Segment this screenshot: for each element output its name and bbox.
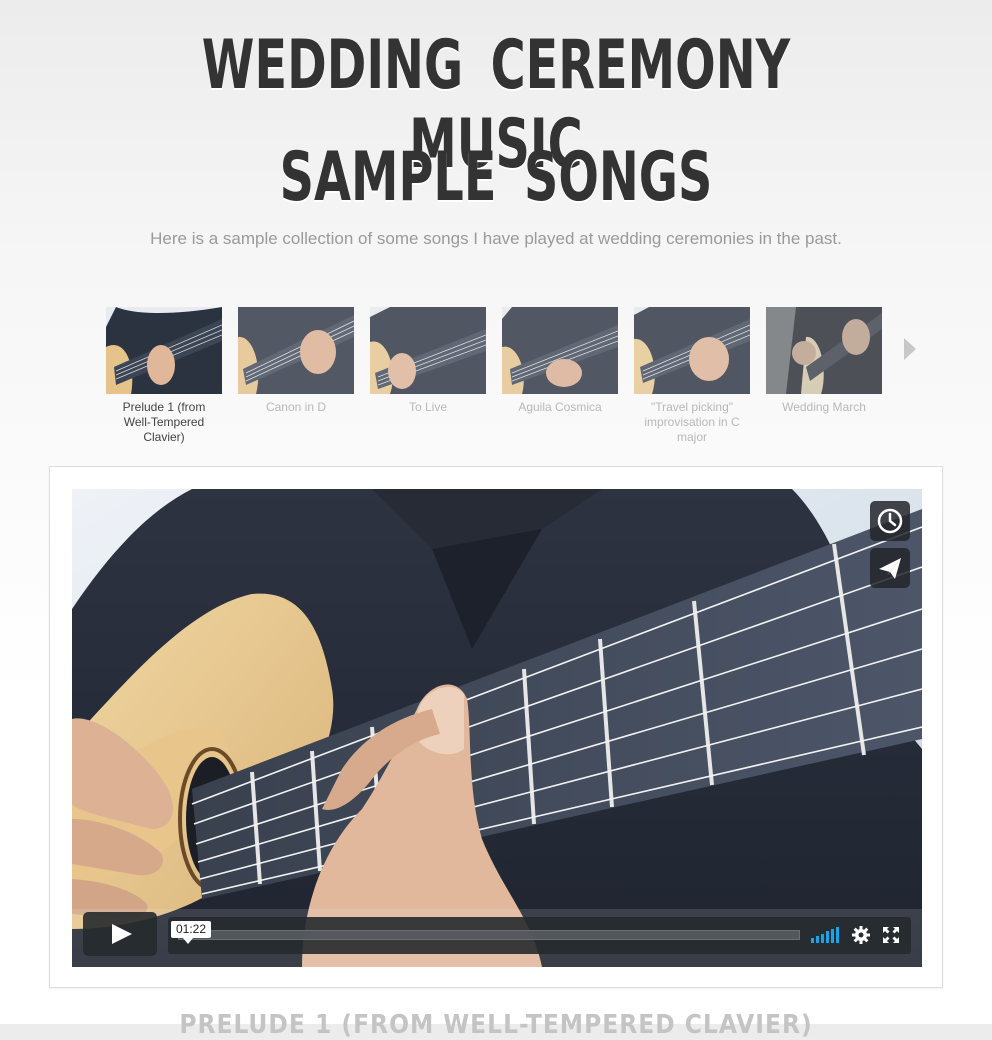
playlist-item-label: Aguila Cosmica	[518, 400, 602, 414]
fullscreen-icon[interactable]	[883, 927, 899, 943]
volume-icon[interactable]	[811, 927, 839, 943]
video-thumbnail[interactable]	[370, 307, 486, 394]
gear-icon[interactable]	[852, 926, 870, 944]
playlist-item-label: Wedding March	[782, 400, 866, 414]
playlist-strip: Prelude 1 (from Well-Tempered Clavier) C…	[0, 307, 992, 457]
playlist-item-label: To Live	[408, 400, 448, 414]
play-button[interactable]	[83, 912, 157, 956]
video-player[interactable]: 01:22	[72, 489, 922, 967]
video-thumbnail[interactable]	[502, 307, 618, 394]
current-time: 01:22	[171, 921, 212, 944]
playlist-item[interactable]: Wedding March	[766, 307, 882, 415]
share-button[interactable]	[870, 548, 910, 588]
clock-icon	[877, 508, 903, 534]
paper-plane-icon	[879, 558, 901, 579]
playlist-item[interactable]: Prelude 1 (from Well-Tempered Clavier)	[106, 307, 222, 445]
watch-later-button[interactable]	[870, 501, 910, 541]
playlist-item[interactable]: "Travel picking" improvisation in C majo…	[634, 307, 750, 445]
play-icon	[112, 924, 132, 944]
control-bar: 01:22	[168, 917, 911, 954]
page-subtitle: Here is a sample collection of some song…	[150, 229, 842, 248]
playlist-item[interactable]: Canon in D	[238, 307, 354, 415]
playlist-item-label: Canon in D	[265, 400, 327, 414]
video-thumbnail[interactable]	[634, 307, 750, 394]
playlist-item-label: "Travel picking" improvisation in C majo…	[644, 400, 740, 444]
now-playing-title: PRELUDE 1 (FROM WELL-TEMPERED CLAVIER)	[179, 1010, 813, 1040]
video-player-frame: 01:22	[49, 466, 943, 988]
video-frame-image	[72, 489, 922, 967]
video-thumbnail[interactable]	[106, 307, 222, 394]
playlist-item-label: Prelude 1 (from Well-Tempered Clavier)	[122, 400, 206, 444]
video-thumbnail[interactable]	[238, 307, 354, 394]
progress-bar[interactable]: 01:22	[171, 921, 800, 944]
chevron-right-icon[interactable]	[904, 338, 916, 360]
video-thumbnail[interactable]	[766, 307, 882, 394]
video-controls: 01:22	[83, 912, 911, 956]
page-title-line-2: SAMPLE SONGS	[279, 138, 713, 217]
playlist-item[interactable]: To Live	[370, 307, 486, 415]
playlist-item[interactable]: Aguila Cosmica	[502, 307, 618, 415]
